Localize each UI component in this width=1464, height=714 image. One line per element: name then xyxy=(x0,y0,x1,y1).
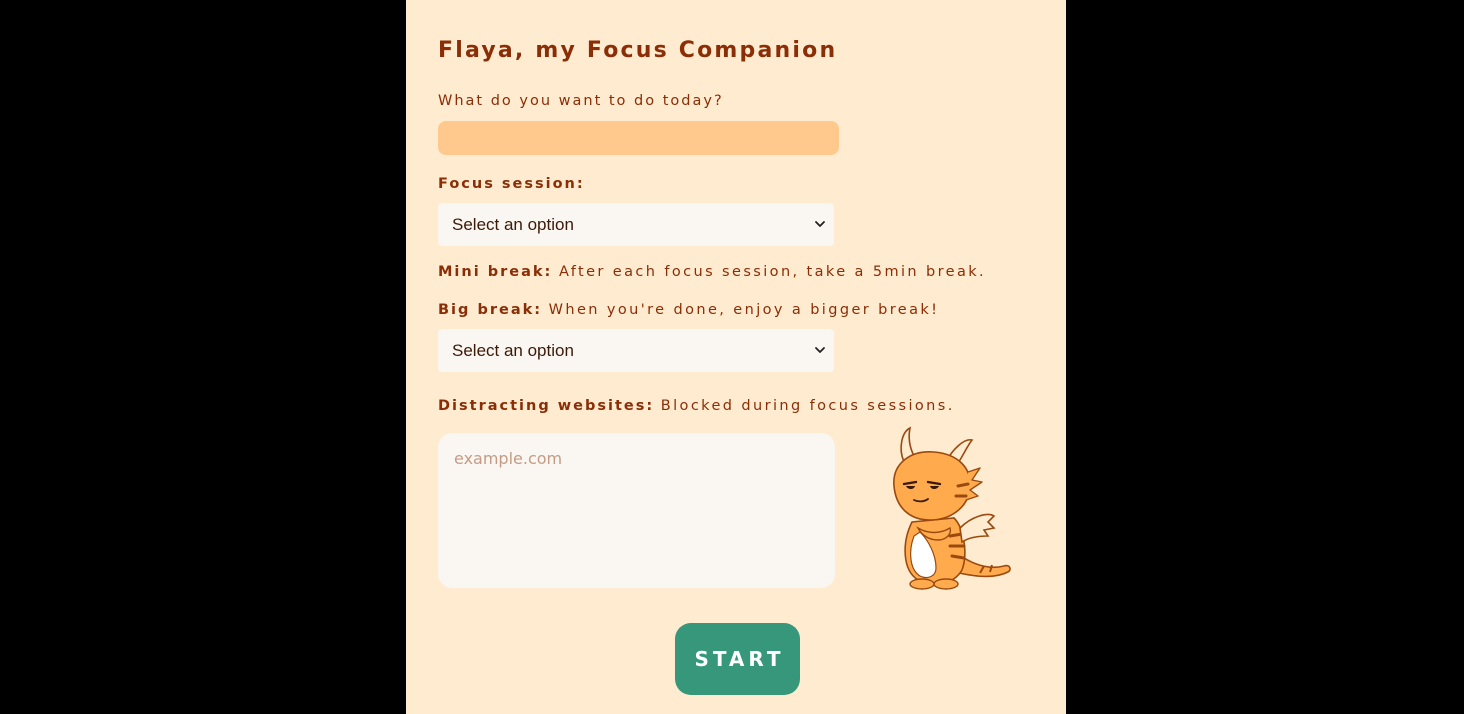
mini-break-description: After each focus session, take a 5min br… xyxy=(558,264,987,280)
websites-textarea[interactable] xyxy=(438,433,835,588)
mini-break-label: Mini break: After each focus session, ta… xyxy=(438,264,986,280)
big-break-selected-value: Select an option xyxy=(452,341,574,360)
big-break-select[interactable]: Select an option xyxy=(438,329,834,372)
chevron-down-icon xyxy=(815,221,825,227)
task-label: What do you want to do today? xyxy=(438,93,724,109)
focus-session-label-text: Focus session: xyxy=(438,176,585,192)
big-break-label: Big break: When you're done, enjoy a big… xyxy=(438,302,939,318)
big-break-description: When you're done, enjoy a bigger break! xyxy=(548,302,940,318)
start-button[interactable]: START xyxy=(675,623,800,695)
task-input[interactable] xyxy=(438,121,839,155)
websites-title: Distracting websites: xyxy=(438,398,655,414)
focus-session-selected-value: Select an option xyxy=(452,215,574,234)
focus-panel: Flaya, my Focus Companion What do you wa… xyxy=(406,0,1066,714)
focus-session-select[interactable]: Select an option xyxy=(438,203,834,246)
mini-break-title: Mini break: xyxy=(438,264,553,280)
dragon-mascot xyxy=(893,426,1011,590)
focus-session-label: Focus session: xyxy=(438,176,585,192)
websites-label: Distracting websites: Blocked during foc… xyxy=(438,398,955,414)
big-break-title: Big break: xyxy=(438,302,543,318)
websites-description: Blocked during focus sessions. xyxy=(660,398,955,414)
chevron-down-icon xyxy=(815,347,825,353)
page-title: Flaya, my Focus Companion xyxy=(438,38,838,63)
